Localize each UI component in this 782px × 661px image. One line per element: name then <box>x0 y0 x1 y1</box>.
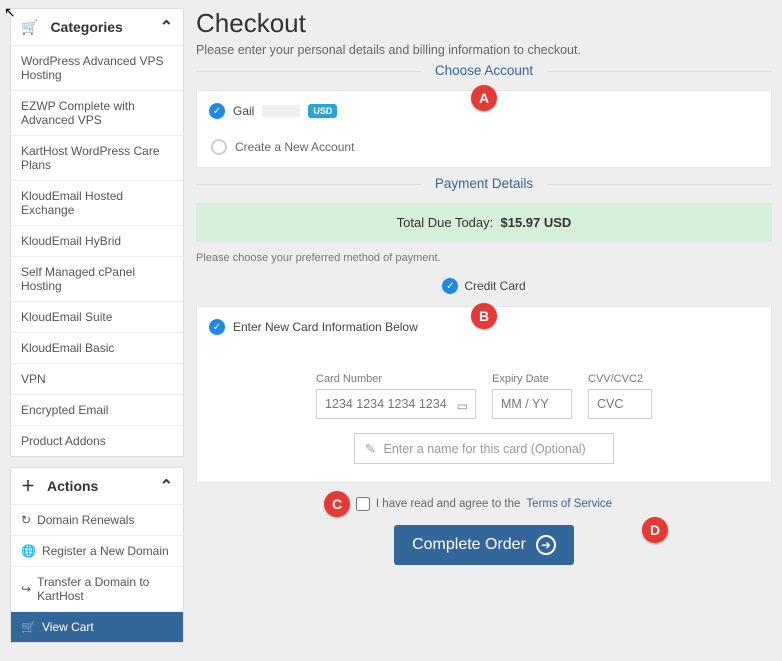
currency-badge: USD <box>308 104 337 118</box>
expiry-label: Expiry Date <box>492 373 572 385</box>
sidebar-item-category[interactable]: WordPress Advanced VPS Hosting <box>11 45 183 90</box>
check-icon: ✓ <box>209 319 225 335</box>
sidebar-item-category[interactable]: KloudEmail HyBrid <box>11 225 183 256</box>
terms-text: I have read and agree to the <box>376 498 521 510</box>
card-number-input[interactable] <box>316 389 476 419</box>
marker-c: C <box>324 491 350 517</box>
cart-icon: 🛒 <box>21 620 36 634</box>
sidebar-item-action[interactable]: ↻ Domain Renewals <box>11 504 183 535</box>
page-title: Checkout <box>196 8 772 39</box>
actions-header[interactable]: ＋ Actions ⌃ <box>11 468 183 504</box>
cart-icon: 🛒 <box>21 19 38 36</box>
chevron-up-icon: ⌃ <box>160 17 173 37</box>
terms-row: C I have read and agree to the Terms of … <box>196 497 772 511</box>
action-label: Transfer a Domain to KartHost <box>37 575 173 603</box>
complete-order-button[interactable]: Complete Order ➜ <box>394 525 574 565</box>
total-prefix: Total Due Today: <box>397 215 494 230</box>
actions-title: Actions <box>47 478 98 494</box>
sidebar-item-category[interactable]: VPN <box>11 363 183 394</box>
sidebar-item-category[interactable]: Product Addons <box>11 425 183 456</box>
card-number-label: Card Number <box>316 373 476 385</box>
categories-header[interactable]: 🛒 Categories ⌃ <box>11 9 183 45</box>
refresh-icon: ↻ <box>21 513 31 527</box>
card-name-placeholder: Enter a name for this card (Optional) <box>383 442 585 456</box>
arrow-right-icon: ➜ <box>536 535 556 555</box>
pencil-icon: ✎ <box>365 441 375 456</box>
cursor-icon: ↖ <box>4 4 16 21</box>
plus-icon: ＋ <box>21 476 35 496</box>
sidebar-item-category[interactable]: KloudEmail Suite <box>11 301 183 332</box>
create-account-row[interactable]: Create a New Account <box>209 139 759 155</box>
credit-card-label: Credit Card <box>464 279 525 293</box>
action-label: View Cart <box>42 620 94 634</box>
sidebar-item-category[interactable]: KartHost WordPress Care Plans <box>11 135 183 180</box>
check-icon: ✓ <box>209 103 225 119</box>
expiry-input[interactable] <box>492 389 572 419</box>
sidebar-item-category[interactable]: EZWP Complete with Advanced VPS <box>11 90 183 135</box>
cvc-field: CVV/CVC2 <box>588 373 652 419</box>
share-icon: ↪ <box>21 582 31 596</box>
create-account-label: Create a New Account <box>235 140 354 154</box>
total-due-bar: Total Due Today: $15.97 USD <box>196 203 772 242</box>
marker-b: B <box>471 303 497 329</box>
categories-title: Categories <box>50 19 122 35</box>
account-name: Gail <box>233 104 254 118</box>
marker-d: D <box>642 517 668 543</box>
action-label: Domain Renewals <box>37 513 134 527</box>
total-value: $15.97 USD <box>501 215 572 230</box>
sidebar-item-action[interactable]: 🌐 Register a New Domain <box>11 535 183 566</box>
cvc-input[interactable] <box>588 389 652 419</box>
actions-panel: ＋ Actions ⌃ ↻ Domain Renewals 🌐 Register a … <box>10 467 184 643</box>
account-name-redacted <box>262 105 300 117</box>
card-icon: ▭ <box>457 399 468 413</box>
sidebar-item-category[interactable]: KloudEmail Hosted Exchange <box>11 180 183 225</box>
sidebar-item-category[interactable]: Self Managed cPanel Hosting <box>11 256 183 301</box>
payment-details-title: Payment Details <box>421 176 547 191</box>
sidebar-item-action[interactable]: 🛒 View Cart <box>11 611 183 642</box>
account-card: A ✓ Gail USD Create a New Account <box>196 90 772 168</box>
globe-icon: 🌐 <box>21 544 36 558</box>
expiry-field: Expiry Date <box>492 373 572 419</box>
cvc-label: CVV/CVC2 <box>588 373 652 385</box>
card-number-field: Card Number ▭ <box>316 373 476 419</box>
categories-panel: 🛒 Categories ⌃ WordPress Advanced VPS Ho… <box>10 8 184 457</box>
terms-link[interactable]: Terms of Service <box>526 498 612 510</box>
sidebar-item-category[interactable]: KloudEmail Basic <box>11 332 183 363</box>
enter-new-card-label: Enter New Card Information Below <box>233 320 418 334</box>
chevron-up-icon: ⌃ <box>160 476 173 496</box>
credit-card-option[interactable]: ✓ Credit Card <box>196 278 772 294</box>
main-content: Checkout Please enter your personal deta… <box>196 8 772 653</box>
page-subtitle: Please enter your personal details and b… <box>196 43 772 57</box>
choose-account-title: Choose Account <box>421 63 547 78</box>
radio-empty-icon <box>211 139 227 155</box>
check-icon: ✓ <box>442 278 458 294</box>
card-entry-panel: B ✓ Enter New Card Information Below Car… <box>196 306 772 483</box>
complete-order-label: Complete Order <box>412 536 526 554</box>
sidebar: 🛒 Categories ⌃ WordPress Advanced VPS Ho… <box>10 8 184 653</box>
sidebar-item-action[interactable]: ↪ Transfer a Domain to KartHost <box>11 566 183 611</box>
payment-pref-note: Please choose your preferred method of p… <box>196 252 772 264</box>
sidebar-item-category[interactable]: Encrypted Email <box>11 394 183 425</box>
card-name-input[interactable]: ✎ Enter a name for this card (Optional) <box>354 433 614 464</box>
marker-a: A <box>471 85 497 111</box>
terms-checkbox[interactable] <box>356 497 370 511</box>
action-label: Register a New Domain <box>42 544 169 558</box>
